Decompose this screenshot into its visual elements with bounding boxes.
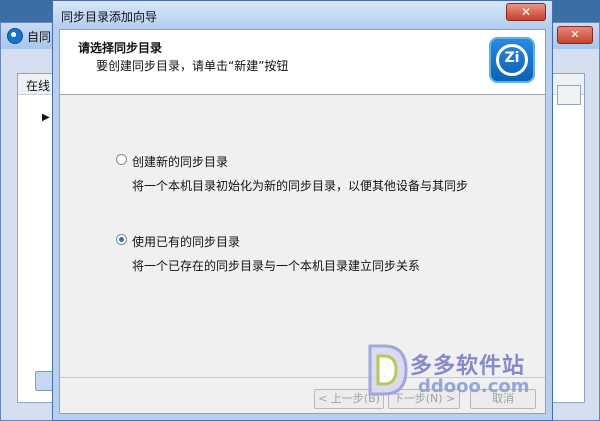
wizard-step-subtitle: 要创建同步目录，请单击“新建”按钮 xyxy=(96,59,289,73)
logo-text: Zi xyxy=(504,50,520,66)
app-icon xyxy=(7,28,23,44)
site-watermark: 多多软件站 ddooo.com xyxy=(358,340,548,410)
radio-use-existing[interactable] xyxy=(116,234,127,245)
option-create-new-description: 将一个本机目录初始化为新的同步目录，以便其他设备与其同步 xyxy=(132,179,469,193)
dialog-title: 同步目录添加向导 xyxy=(61,10,158,24)
column-header-online[interactable]: 在线 xyxy=(26,77,50,94)
watermark-url: ddooo.com xyxy=(418,376,530,397)
app-logo-icon: Zi xyxy=(489,37,535,83)
watermark-logo-icon xyxy=(368,344,408,396)
radio-create-new[interactable] xyxy=(116,154,127,165)
option-use-existing-description: 将一个已存在的同步目录与一个本机目录建立同步关系 xyxy=(132,259,421,273)
background-side-control[interactable] xyxy=(557,85,581,105)
wizard-step-title: 请选择同步目录 xyxy=(78,41,163,55)
dialog-title-bar[interactable]: 同步目录添加向导 ✕ xyxy=(53,1,552,29)
option-use-existing-label[interactable]: 使用已有的同步目录 xyxy=(132,233,240,250)
background-window-title: 自同 xyxy=(27,30,52,44)
dialog-close-button[interactable]: ✕ xyxy=(506,3,546,21)
background-close-button[interactable]: ✕ xyxy=(557,26,593,44)
row-pointer-icon: ▶ xyxy=(42,112,50,123)
wizard-header: 请选择同步目录 要创建同步目录，请单击“新建”按钮 Zi xyxy=(60,30,545,95)
option-create-new-label[interactable]: 创建新的同步目录 xyxy=(132,153,228,170)
